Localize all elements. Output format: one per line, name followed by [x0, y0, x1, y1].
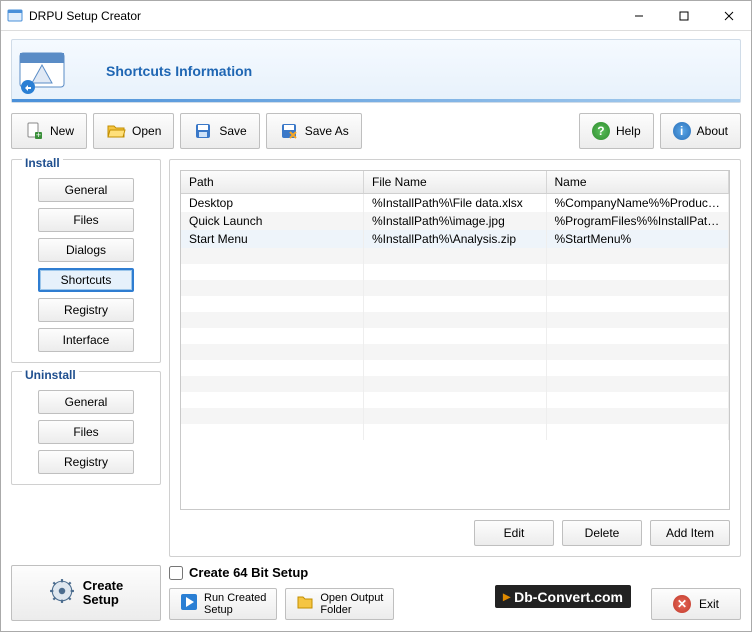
- header-banner: Shortcuts Information: [11, 39, 741, 103]
- table-cell: %CompanyName%%ProductName%: [546, 194, 729, 213]
- folder-open-icon: [106, 121, 126, 141]
- column-header[interactable]: File Name: [364, 171, 547, 194]
- create-setup-button[interactable]: Create Setup: [11, 565, 161, 621]
- banner-icon: [18, 47, 66, 95]
- open-output-folder-button[interactable]: Open Output Folder: [285, 588, 394, 620]
- table-cell: %StartMenu%: [546, 230, 729, 248]
- exit-label: Exit: [699, 597, 719, 611]
- window-title: DRPU Setup Creator: [29, 9, 141, 23]
- sidebar-item-dialogs[interactable]: Dialogs: [38, 238, 134, 262]
- table-row-empty: [181, 328, 729, 344]
- uninstall-group-title: Uninstall: [22, 368, 79, 382]
- run-created-label: Run Created Setup: [204, 592, 266, 616]
- create-64bit-input[interactable]: [169, 566, 183, 580]
- save-as-button[interactable]: Save As: [266, 113, 362, 149]
- sidebar-item-uninstall-registry[interactable]: Registry: [38, 450, 134, 474]
- help-icon: ?: [592, 122, 610, 140]
- sidebar: Install General Files Dialogs Shortcuts Regi…: [11, 159, 161, 557]
- table-cell: %InstallPath%\image.jpg: [364, 212, 547, 230]
- play-icon: [180, 593, 198, 614]
- column-header[interactable]: Name: [546, 171, 729, 194]
- content-area: Install General Files Dialogs Shortcuts Regi…: [11, 159, 741, 557]
- minimize-button[interactable]: [616, 1, 661, 31]
- sidebar-item-files[interactable]: Files: [38, 208, 134, 232]
- table-row[interactable]: Start Menu%InstallPath%\Analysis.zip%Sta…: [181, 230, 729, 248]
- about-label: About: [697, 124, 728, 138]
- save-label: Save: [219, 124, 246, 138]
- table-cell: %ProgramFiles%%InstallPath%: [546, 212, 729, 230]
- close-icon: ✕: [673, 595, 691, 613]
- table-cell: %InstallPath%\Analysis.zip: [364, 230, 547, 248]
- gear-icon: [49, 578, 75, 607]
- table-cell: Quick Launch: [181, 212, 364, 230]
- app-icon: [7, 8, 23, 24]
- shortcuts-table[interactable]: PathFile NameName Desktop%InstallPath%\F…: [180, 170, 730, 510]
- run-created-setup-button[interactable]: Run Created Setup: [169, 588, 277, 620]
- titlebar: DRPU Setup Creator: [1, 1, 751, 31]
- close-button[interactable]: [706, 1, 751, 31]
- app-window: DRPU Setup Creator Shortcuts Information…: [0, 0, 752, 632]
- banner-title: Shortcuts Information: [106, 63, 252, 79]
- main-panel: PathFile NameName Desktop%InstallPath%\F…: [169, 159, 741, 557]
- help-label: Help: [616, 124, 641, 138]
- maximize-button[interactable]: [661, 1, 706, 31]
- new-file-icon: +: [24, 121, 44, 141]
- info-icon: i: [673, 122, 691, 140]
- open-label: Open: [132, 124, 161, 138]
- table-row-empty: [181, 280, 729, 296]
- table-actions: Edit Delete Add Item: [180, 520, 730, 546]
- column-header[interactable]: Path: [181, 171, 364, 194]
- delete-button[interactable]: Delete: [562, 520, 642, 546]
- new-button[interactable]: + New: [11, 113, 87, 149]
- about-button[interactable]: i About: [660, 113, 741, 149]
- table-row-empty: [181, 312, 729, 328]
- table-row-empty: [181, 424, 729, 440]
- table-row-empty: [181, 296, 729, 312]
- sidebar-item-registry[interactable]: Registry: [38, 298, 134, 322]
- table-row-empty: [181, 344, 729, 360]
- table-cell: Desktop: [181, 194, 364, 213]
- edit-button[interactable]: Edit: [474, 520, 554, 546]
- table-cell: Start Menu: [181, 230, 364, 248]
- sidebar-item-interface[interactable]: Interface: [38, 328, 134, 352]
- sidebar-item-uninstall-files[interactable]: Files: [38, 420, 134, 444]
- exit-button[interactable]: ✕ Exit: [651, 588, 741, 620]
- create-64bit-checkbox[interactable]: Create 64 Bit Setup: [169, 565, 741, 580]
- table-row[interactable]: Quick Launch%InstallPath%\image.jpg%Prog…: [181, 212, 729, 230]
- open-output-label: Open Output Folder: [320, 592, 383, 616]
- table-row[interactable]: Desktop%InstallPath%\File data.xlsx%Comp…: [181, 194, 729, 213]
- sidebar-item-uninstall-general[interactable]: General: [38, 390, 134, 414]
- table-row-empty: [181, 360, 729, 376]
- footer-right: Create 64 Bit Setup Run Created Setup Op…: [169, 565, 741, 621]
- save-button[interactable]: Save: [180, 113, 259, 149]
- new-label: New: [50, 124, 74, 138]
- save-icon: [193, 121, 213, 141]
- folder-icon: [296, 593, 314, 614]
- svg-text:+: +: [36, 130, 41, 140]
- help-button[interactable]: ? Help: [579, 113, 654, 149]
- sidebar-item-shortcuts[interactable]: Shortcuts: [38, 268, 134, 292]
- toolbar: + New Open Save Save As ? Help i About: [11, 113, 741, 149]
- saveas-label: Save As: [305, 124, 349, 138]
- open-button[interactable]: Open: [93, 113, 174, 149]
- table-row-empty: [181, 408, 729, 424]
- install-group: Install General Files Dialogs Shortcuts Regi…: [11, 159, 161, 363]
- create-64bit-label: Create 64 Bit Setup: [189, 565, 308, 580]
- sidebar-item-general[interactable]: General: [38, 178, 134, 202]
- uninstall-group: Uninstall General Files Registry: [11, 371, 161, 485]
- save-as-icon: [279, 121, 299, 141]
- table-row-empty: [181, 264, 729, 280]
- add-item-button[interactable]: Add Item: [650, 520, 730, 546]
- create-setup-label: Create Setup: [83, 579, 123, 608]
- watermark: ▸Db-Convert.com: [495, 585, 631, 608]
- install-group-title: Install: [22, 156, 63, 170]
- table-row-empty: [181, 248, 729, 264]
- footer: Create Setup Create 64 Bit Setup Run Cre…: [11, 565, 741, 621]
- table-cell: %InstallPath%\File data.xlsx: [364, 194, 547, 213]
- table-row-empty: [181, 376, 729, 392]
- table-row-empty: [181, 392, 729, 408]
